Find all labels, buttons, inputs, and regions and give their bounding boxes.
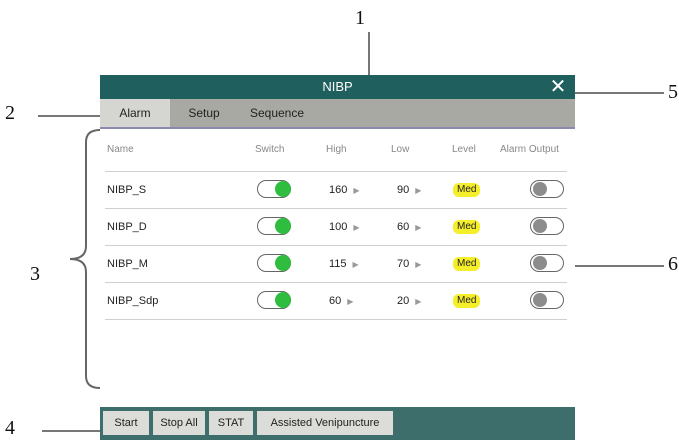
switch-knob bbox=[275, 181, 291, 197]
close-icon[interactable]: ✕ bbox=[547, 76, 569, 98]
high-value: 160 bbox=[329, 184, 348, 196]
callout-1: 1 bbox=[355, 7, 365, 29]
level-badge[interactable]: Med bbox=[453, 294, 481, 308]
low-limit[interactable]: 60 ▶ bbox=[397, 209, 421, 245]
triangle-right-icon: ▶ bbox=[415, 223, 422, 232]
low-limit[interactable]: 20 ▶ bbox=[397, 283, 421, 319]
high-limit[interactable]: 100 ▶ bbox=[329, 209, 360, 245]
alarm-output-toggle[interactable] bbox=[530, 254, 564, 272]
low-limit[interactable]: 90 ▶ bbox=[397, 172, 421, 208]
switch-toggle[interactable] bbox=[257, 180, 291, 198]
header-name: Name bbox=[107, 144, 134, 155]
param-name: NIBP_D bbox=[107, 221, 147, 233]
table-row: NIBP_Sdp 60 ▶ 20 ▶ Med bbox=[105, 283, 567, 320]
triangle-right-icon: ▶ bbox=[415, 186, 422, 195]
high-limit[interactable]: 115 ▶ bbox=[329, 246, 359, 282]
high-value: 115 bbox=[329, 258, 347, 270]
tab-alarm[interactable]: Alarm bbox=[100, 99, 170, 127]
stat-button[interactable]: STAT bbox=[209, 411, 253, 435]
dialog-title: NIBP bbox=[322, 79, 353, 94]
triangle-right-icon: ▶ bbox=[353, 223, 360, 232]
alarm-table: Name Switch High Low Level Alarm Output … bbox=[100, 129, 575, 407]
high-limit[interactable]: 160 ▶ bbox=[329, 172, 360, 208]
callout-2: 2 bbox=[5, 102, 15, 124]
brace-annotation bbox=[69, 129, 101, 389]
header-switch: Switch bbox=[255, 144, 285, 155]
table-row: NIBP_D 100 ▶ 60 ▶ Med bbox=[105, 209, 567, 246]
alarm-output-toggle[interactable] bbox=[530, 180, 564, 198]
level-badge[interactable]: Med bbox=[453, 220, 481, 234]
high-limit[interactable]: 60 ▶ bbox=[329, 283, 353, 319]
callout-6: 6 bbox=[668, 253, 678, 275]
switch-toggle[interactable] bbox=[257, 217, 291, 235]
switch-toggle[interactable] bbox=[257, 254, 291, 272]
header-low: Low bbox=[391, 144, 410, 155]
tab-bar: Alarm Setup Sequence bbox=[100, 99, 575, 129]
bottom-toolbar: Start Stop All STAT Assisted Venipunctur… bbox=[100, 407, 575, 440]
low-limit[interactable]: 70 ▶ bbox=[397, 246, 421, 282]
triangle-right-icon: ▶ bbox=[347, 297, 354, 306]
header-alarm-output: Alarm Output bbox=[500, 144, 559, 155]
level-badge[interactable]: Med bbox=[453, 257, 481, 271]
low-value: 60 bbox=[397, 221, 410, 233]
start-button[interactable]: Start bbox=[103, 411, 149, 435]
tab-sequence[interactable]: Sequence bbox=[240, 99, 314, 127]
tab-setup[interactable]: Setup bbox=[176, 99, 232, 127]
header-level: Level bbox=[452, 144, 476, 155]
switch-knob bbox=[533, 293, 547, 307]
switch-knob bbox=[275, 255, 291, 271]
high-value: 100 bbox=[329, 221, 348, 233]
switch-knob bbox=[533, 256, 547, 270]
level-badge[interactable]: Med bbox=[453, 183, 481, 197]
switch-knob bbox=[275, 292, 291, 308]
nibp-dialog: NIBP ✕ Alarm Setup Sequence Name Switch … bbox=[100, 75, 575, 440]
param-name: NIBP_Sdp bbox=[107, 295, 159, 307]
switch-knob bbox=[533, 182, 547, 196]
alarm-output-toggle[interactable] bbox=[530, 291, 564, 309]
table-row: NIBP_M 115 ▶ 70 ▶ Med bbox=[105, 246, 567, 283]
callout-5: 5 bbox=[668, 81, 678, 103]
callout-3: 3 bbox=[30, 263, 40, 285]
triangle-right-icon: ▶ bbox=[352, 260, 359, 269]
low-value: 90 bbox=[397, 184, 410, 196]
stop-all-button[interactable]: Stop All bbox=[153, 411, 205, 435]
low-value: 70 bbox=[397, 258, 410, 270]
alarm-output-toggle[interactable] bbox=[530, 217, 564, 235]
triangle-right-icon: ▶ bbox=[353, 186, 360, 195]
title-bar: NIBP ✕ bbox=[100, 75, 575, 99]
switch-knob bbox=[533, 219, 547, 233]
switch-knob bbox=[275, 218, 291, 234]
assisted-venipuncture-button[interactable]: Assisted Venipuncture bbox=[257, 411, 393, 435]
high-value: 60 bbox=[329, 295, 342, 307]
header-high: High bbox=[326, 144, 347, 155]
table-row: NIBP_S 160 ▶ 90 ▶ Med bbox=[105, 172, 567, 209]
param-name: NIBP_M bbox=[107, 258, 148, 270]
callout-4: 4 bbox=[5, 417, 15, 439]
triangle-right-icon: ▶ bbox=[415, 297, 422, 306]
leader-5 bbox=[560, 92, 664, 94]
low-value: 20 bbox=[397, 295, 410, 307]
param-name: NIBP_S bbox=[107, 184, 147, 196]
triangle-right-icon: ▶ bbox=[415, 260, 422, 269]
switch-toggle[interactable] bbox=[257, 291, 291, 309]
